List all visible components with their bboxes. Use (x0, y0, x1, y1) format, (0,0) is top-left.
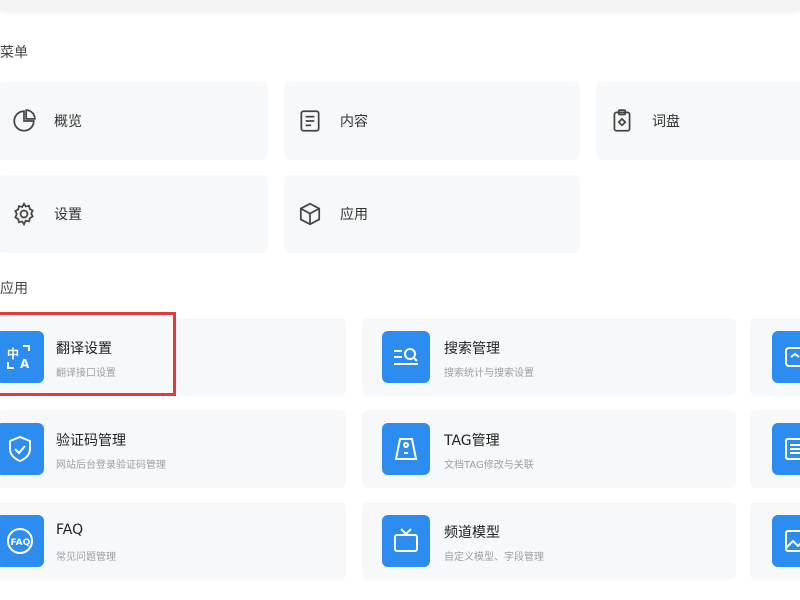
app-search[interactable]: 搜索管理 搜索统计与搜索设置 (362, 318, 736, 396)
app-title: 搜索管理 (444, 341, 500, 357)
gear-icon (8, 198, 40, 230)
menu-section-title: 菜单 (0, 45, 28, 61)
menu-item-label: 词盘 (652, 114, 680, 130)
cube-icon (294, 198, 326, 230)
app-partial-2[interactable] (750, 410, 800, 488)
image-refresh-icon (772, 331, 800, 383)
menu-item-content[interactable]: 内容 (284, 82, 580, 160)
app-title: 验证码管理 (56, 433, 126, 449)
list-icon (772, 423, 800, 475)
top-bar (0, 0, 800, 10)
app-partial-1[interactable] (750, 318, 800, 396)
app-title: TAG管理 (444, 433, 500, 449)
document-icon (294, 105, 326, 137)
app-description: 常见问题管理 (56, 552, 116, 563)
menu-item-label: 概览 (54, 114, 82, 130)
search-list-icon (382, 331, 430, 383)
menu-item-overview[interactable]: 概览 (0, 82, 268, 160)
tag-icon (382, 423, 430, 475)
app-title: 频道模型 (444, 525, 500, 541)
apps-section-title: 应用 (0, 281, 28, 297)
faq-icon: FAQ (0, 515, 44, 567)
menu-item-label: 内容 (340, 114, 368, 130)
app-description: 文档TAG修改与关联 (444, 460, 534, 471)
app-description: 自定义模型、字段管理 (444, 552, 544, 563)
app-tag[interactable]: TAG管理 文档TAG修改与关联 (362, 410, 736, 488)
menu-item-label: 应用 (340, 207, 368, 223)
shield-check-icon (0, 423, 44, 475)
app-channel-model[interactable]: 频道模型 自定义模型、字段管理 (362, 502, 736, 580)
app-captcha[interactable]: 验证码管理 网站后台登录验证码管理 (0, 410, 346, 488)
clipboard-icon (606, 105, 638, 137)
menu-item-apps[interactable]: 应用 (284, 175, 580, 253)
menu-item-settings[interactable]: 设置 (0, 175, 268, 253)
app-partial-3[interactable] (750, 502, 800, 580)
selection-highlight (0, 312, 176, 396)
pie-chart-icon (8, 105, 40, 137)
menu-item-label: 设置 (54, 207, 82, 223)
tv-icon (382, 515, 430, 567)
app-description: 搜索统计与搜索设置 (444, 368, 534, 379)
app-title: FAQ (56, 522, 84, 538)
app-faq[interactable]: FAQ FAQ 常见问题管理 (0, 502, 346, 580)
image-icon (772, 515, 800, 567)
svg-text:FAQ: FAQ (11, 538, 31, 548)
app-description: 网站后台登录验证码管理 (56, 460, 166, 471)
menu-item-wordbank[interactable]: 词盘 (596, 82, 800, 160)
